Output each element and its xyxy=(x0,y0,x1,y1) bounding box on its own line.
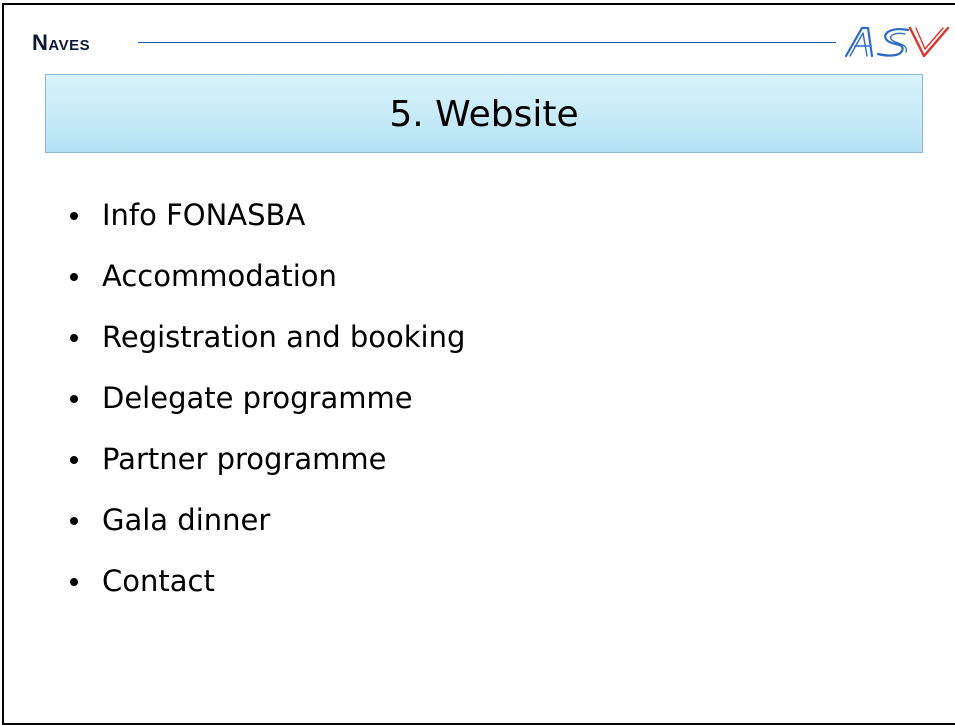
slide-title: 5. Website xyxy=(389,94,579,135)
brand-rest: AVES xyxy=(48,37,91,54)
bullet-dot-icon xyxy=(70,212,78,220)
bullet-label: Accommodation xyxy=(102,259,337,293)
bullet-label: Delegate programme xyxy=(102,381,413,415)
bullet-dot-icon xyxy=(70,456,78,464)
bullet-dot-icon xyxy=(70,517,78,525)
bullet-dot-icon xyxy=(70,395,78,403)
bullet-label: Partner programme xyxy=(102,442,387,476)
slide-header: NAVES xyxy=(4,5,955,67)
bullet-label: Info FONASBA xyxy=(102,198,306,232)
bullet-label: Gala dinner xyxy=(102,503,271,537)
bullet-dot-icon xyxy=(70,273,78,281)
brand-initial: N xyxy=(32,30,49,55)
title-banner: 5. Website xyxy=(45,74,923,153)
naves-brand-logo: NAVES xyxy=(32,32,90,54)
bullet-label: Contact xyxy=(102,564,215,598)
asv-logo-icon xyxy=(844,26,950,58)
slide: NAVES 5. Website Info FONASBA Accommodat… xyxy=(2,3,955,725)
bullet-dot-icon xyxy=(70,334,78,342)
header-divider xyxy=(138,42,836,43)
bullet-label: Registration and booking xyxy=(102,320,466,354)
bullet-dot-icon xyxy=(70,578,78,586)
